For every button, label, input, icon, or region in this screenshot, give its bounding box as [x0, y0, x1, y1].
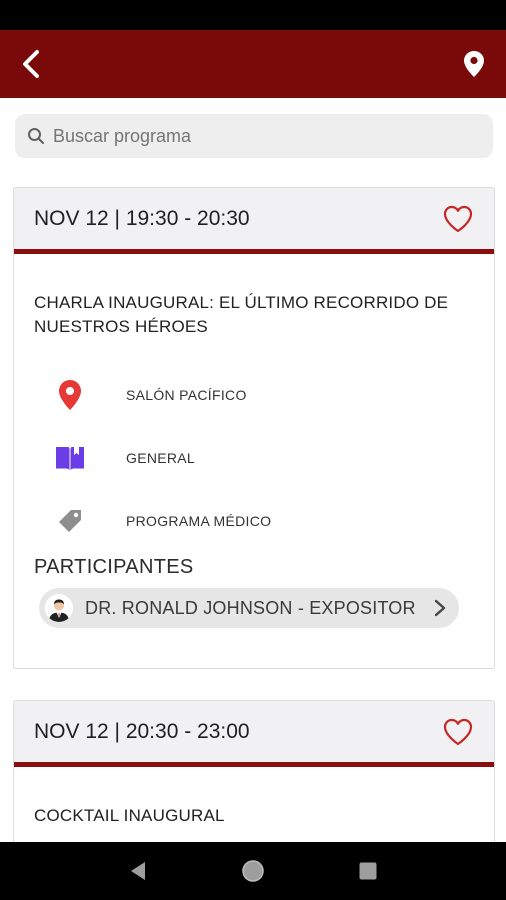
event-title: CHARLA INAUGURAL: EL ÚLTIMO RECORRIDO DE…	[34, 293, 449, 336]
map-pin-icon	[464, 51, 484, 77]
home-circle-icon	[242, 860, 264, 882]
event-program: PROGRAMA MÉDICO	[126, 513, 272, 529]
event-time: NOV 12 | 19:30 - 20:30	[34, 206, 250, 230]
event-card-header: NOV 12 | 20:30 - 23:00	[14, 701, 494, 767]
favorite-button[interactable]	[442, 203, 474, 235]
event-category: GENERAL	[126, 450, 196, 466]
search-icon	[28, 128, 44, 144]
location-pin-icon	[59, 380, 81, 410]
event-time: NOV 12 | 20:30 - 23:00	[34, 719, 250, 743]
search-bar	[15, 114, 493, 158]
nav-back-button[interactable]	[116, 849, 160, 893]
back-arrow-icon	[23, 50, 39, 78]
system-nav-bar	[0, 842, 506, 900]
participant-chip[interactable]: DR. RONALD JOHNSON - EXPOSITOR	[39, 588, 459, 628]
event-location: SALÓN PACÍFICO	[126, 387, 247, 403]
map-button[interactable]	[454, 44, 494, 84]
tag-icon	[59, 510, 81, 532]
doctor-avatar-icon	[45, 594, 73, 622]
event-card-header: NOV 12 | 19:30 - 20:30	[14, 188, 494, 254]
event-card[interactable]: NOV 12 | 20:30 - 23:00 COCKTAIL INAUGURA…	[13, 700, 495, 860]
status-bar	[0, 0, 506, 30]
event-program-row: PROGRAMA MÉDICO	[14, 505, 494, 537]
event-title: COCKTAIL INAUGURAL	[34, 806, 225, 825]
recents-square-icon	[359, 862, 377, 880]
heart-outline-icon	[443, 718, 473, 745]
back-button[interactable]	[12, 44, 52, 84]
app-bar	[0, 30, 506, 98]
participants-label: PARTICIPANTES	[34, 556, 194, 578]
back-triangle-icon	[130, 862, 145, 880]
nav-home-button[interactable]	[231, 849, 275, 893]
nav-recents-button[interactable]	[346, 849, 390, 893]
avatar	[45, 594, 73, 622]
event-card[interactable]: NOV 12 | 19:30 - 20:30 CHARLA INAUGURAL:…	[13, 187, 495, 669]
heart-outline-icon	[443, 205, 473, 232]
favorite-button[interactable]	[442, 716, 474, 748]
event-meta: SALÓN PACÍFICO GENERAL PROGRAMA MÉDICO	[14, 379, 494, 537]
participant-name: DR. RONALD JOHNSON - EXPOSITOR	[85, 597, 416, 618]
search-input[interactable]	[53, 125, 473, 147]
event-location-row: SALÓN PACÍFICO	[14, 379, 494, 411]
book-icon	[56, 447, 84, 470]
event-category-row: GENERAL	[14, 442, 494, 474]
chevron-right-icon	[434, 599, 446, 617]
